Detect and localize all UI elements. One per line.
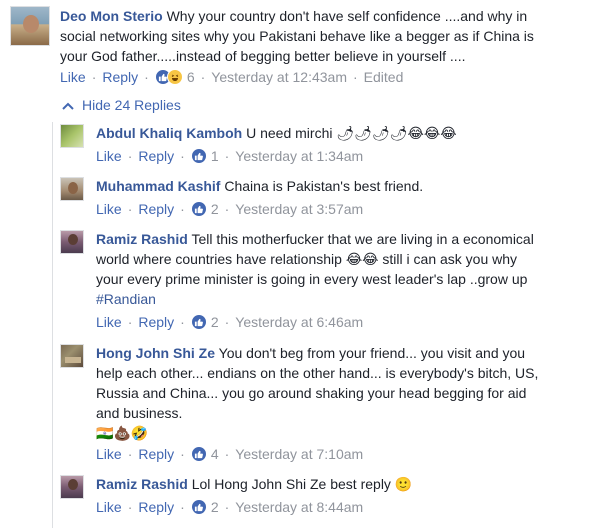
main-comment-actions: Like · Reply · 6 · Yesterday at 12:43am … [60, 67, 404, 87]
avatar-ramiz-rashid[interactable] [60, 230, 84, 254]
reactions-summary[interactable] [190, 446, 207, 462]
reply-timestamp[interactable]: Yesterday at 8:44am [235, 497, 363, 517]
reactions-summary[interactable] [154, 69, 183, 85]
reply-body: Abdul Khaliq Kamboh U need mirchi 🌶🌶🌶🌶😂😂… [96, 123, 601, 143]
hide-replies-toggle[interactable]: Hide 24 Replies [62, 97, 181, 113]
reaction-count[interactable]: 1 [211, 146, 219, 166]
reply-body: Muhammad Kashif Chaina is Pakistan's bes… [96, 176, 601, 196]
emoji-pepper: 🌶 [389, 125, 408, 141]
reaction-count[interactable]: 2 [211, 497, 219, 517]
reply-text: Chaina is Pakistan's best friend. [224, 178, 424, 194]
reply-text: Tell this motherfucker that we are livin… [191, 231, 534, 247]
reply-button[interactable]: Reply [138, 199, 174, 219]
reply-button[interactable]: Reply [138, 444, 174, 464]
like-icon [190, 314, 207, 330]
chevron-up-icon [62, 97, 74, 113]
like-button[interactable]: Like [96, 146, 122, 166]
reply-timestamp[interactable]: Yesterday at 7:10am [235, 444, 363, 464]
reactions-summary[interactable] [190, 314, 207, 330]
main-comment-body: Deo Mon Sterio Why your country don't ha… [60, 6, 605, 66]
emoji-laughing: 😂 [423, 125, 441, 141]
reply-actions: Like · Reply · 1 · Yesterday at 1:34am [96, 146, 364, 166]
emoji-pepper: 🌶 [354, 125, 372, 141]
reactions-summary[interactable] [190, 148, 207, 164]
emoji-india-flag: 🇮🇳 [96, 425, 114, 441]
reply-timestamp[interactable]: Yesterday at 6:46am [235, 312, 363, 332]
reply-button[interactable]: Reply [138, 146, 174, 166]
avatar-abdul-khaliq-kamboh[interactable] [60, 124, 84, 148]
reply-button[interactable]: Reply [102, 67, 138, 87]
reply-button[interactable]: Reply [138, 497, 174, 517]
like-icon [190, 446, 207, 462]
emoji-poop: 💩 [113, 425, 131, 441]
like-icon [190, 148, 207, 164]
comment-text-line: your God father.....instead of begging b… [60, 48, 466, 64]
haha-icon [166, 69, 183, 85]
emoji-smile: 🙂 [394, 476, 413, 492]
reply-actions: Like · Reply · 2 · Yesterday at 8:44am [96, 497, 364, 517]
reaction-count[interactable]: 2 [211, 199, 219, 219]
emoji-laughing: 😂 [345, 251, 363, 267]
avatar-ramiz-rashid[interactable] [60, 475, 84, 499]
like-button[interactable]: Like [96, 199, 122, 219]
edited-label[interactable]: Edited [364, 67, 404, 87]
comment-timestamp[interactable]: Yesterday at 12:43am [211, 67, 347, 87]
reply-timestamp[interactable]: Yesterday at 3:57am [235, 199, 363, 219]
comment-author[interactable]: Deo Mon Sterio [60, 8, 163, 24]
reply-body: Ramiz Rashid Lol Hong John Shi Ze best r… [96, 474, 601, 494]
reply-author[interactable]: Ramiz Rashid [96, 231, 188, 247]
like-button[interactable]: Like [96, 312, 122, 332]
reply-author[interactable]: Hong John Shi Ze [96, 345, 215, 361]
like-button[interactable]: Like [96, 497, 122, 517]
reply-actions: Like · Reply · 2 · Yesterday at 6:46am [96, 312, 364, 332]
emoji-laughing: 😂 [362, 251, 379, 267]
like-icon [190, 499, 207, 515]
reaction-count[interactable]: 6 [187, 67, 195, 87]
reply-author[interactable]: Ramiz Rashid [96, 476, 188, 492]
like-button[interactable]: Like [96, 444, 122, 464]
reaction-count[interactable]: 2 [211, 312, 219, 332]
reply-text: help each other... endians on the other … [96, 365, 539, 381]
emoji-laughing: 😂 [440, 125, 457, 141]
reply-author[interactable]: Abdul Khaliq Kamboh [96, 125, 242, 141]
like-button[interactable]: Like [60, 67, 86, 87]
emoji-pepper: 🌶 [371, 125, 390, 141]
reply-text: and business. [96, 405, 183, 421]
reply-body: Ramiz Rashid Tell this motherfucker that… [96, 229, 601, 309]
emoji-laughing: 😂 [407, 125, 424, 141]
reply-actions: Like · Reply · 2 · Yesterday at 3:57am [96, 199, 364, 219]
hide-replies-label[interactable]: Hide 24 Replies [82, 97, 181, 113]
emoji-rofl: 🤣 [130, 425, 149, 441]
reply-text: Lol Hong John Shi Ze best reply [191, 476, 391, 492]
reply-text: world where countries have relationship [96, 251, 342, 267]
reply-actions: Like · Reply · 4 · Yesterday at 7:10am [96, 444, 364, 464]
reply-body: Hong John Shi Ze You don't beg from your… [96, 343, 601, 443]
like-icon [190, 201, 207, 217]
reply-text: You don't beg from your friend... you vi… [218, 345, 526, 361]
reply-thread-line [52, 122, 53, 528]
reply-button[interactable]: Reply [138, 312, 174, 332]
avatar-deo-mon-sterio[interactable] [10, 6, 50, 46]
avatar-muhammad-kashif[interactable] [60, 177, 84, 201]
hashtag-link[interactable]: #Randian [96, 291, 156, 307]
reply-text: Russia and China... you go around shakin… [96, 385, 527, 401]
comment-text-line: Why your country don't have self confide… [166, 8, 528, 24]
reply-text: U need mirchi [246, 125, 333, 141]
emoji-pepper: 🌶 [336, 125, 355, 141]
avatar-hong-john-shi-ze[interactable] [60, 344, 84, 368]
reply-text: your every prime minister is going in ev… [96, 271, 528, 287]
reactions-summary[interactable] [190, 499, 207, 515]
reactions-summary[interactable] [190, 201, 207, 217]
reply-text: still i can ask you why [382, 251, 518, 267]
comment-text-line: social networking sites why you Pakistan… [60, 28, 534, 44]
reply-timestamp[interactable]: Yesterday at 1:34am [235, 146, 363, 166]
reply-author[interactable]: Muhammad Kashif [96, 178, 220, 194]
reaction-count[interactable]: 4 [211, 444, 219, 464]
